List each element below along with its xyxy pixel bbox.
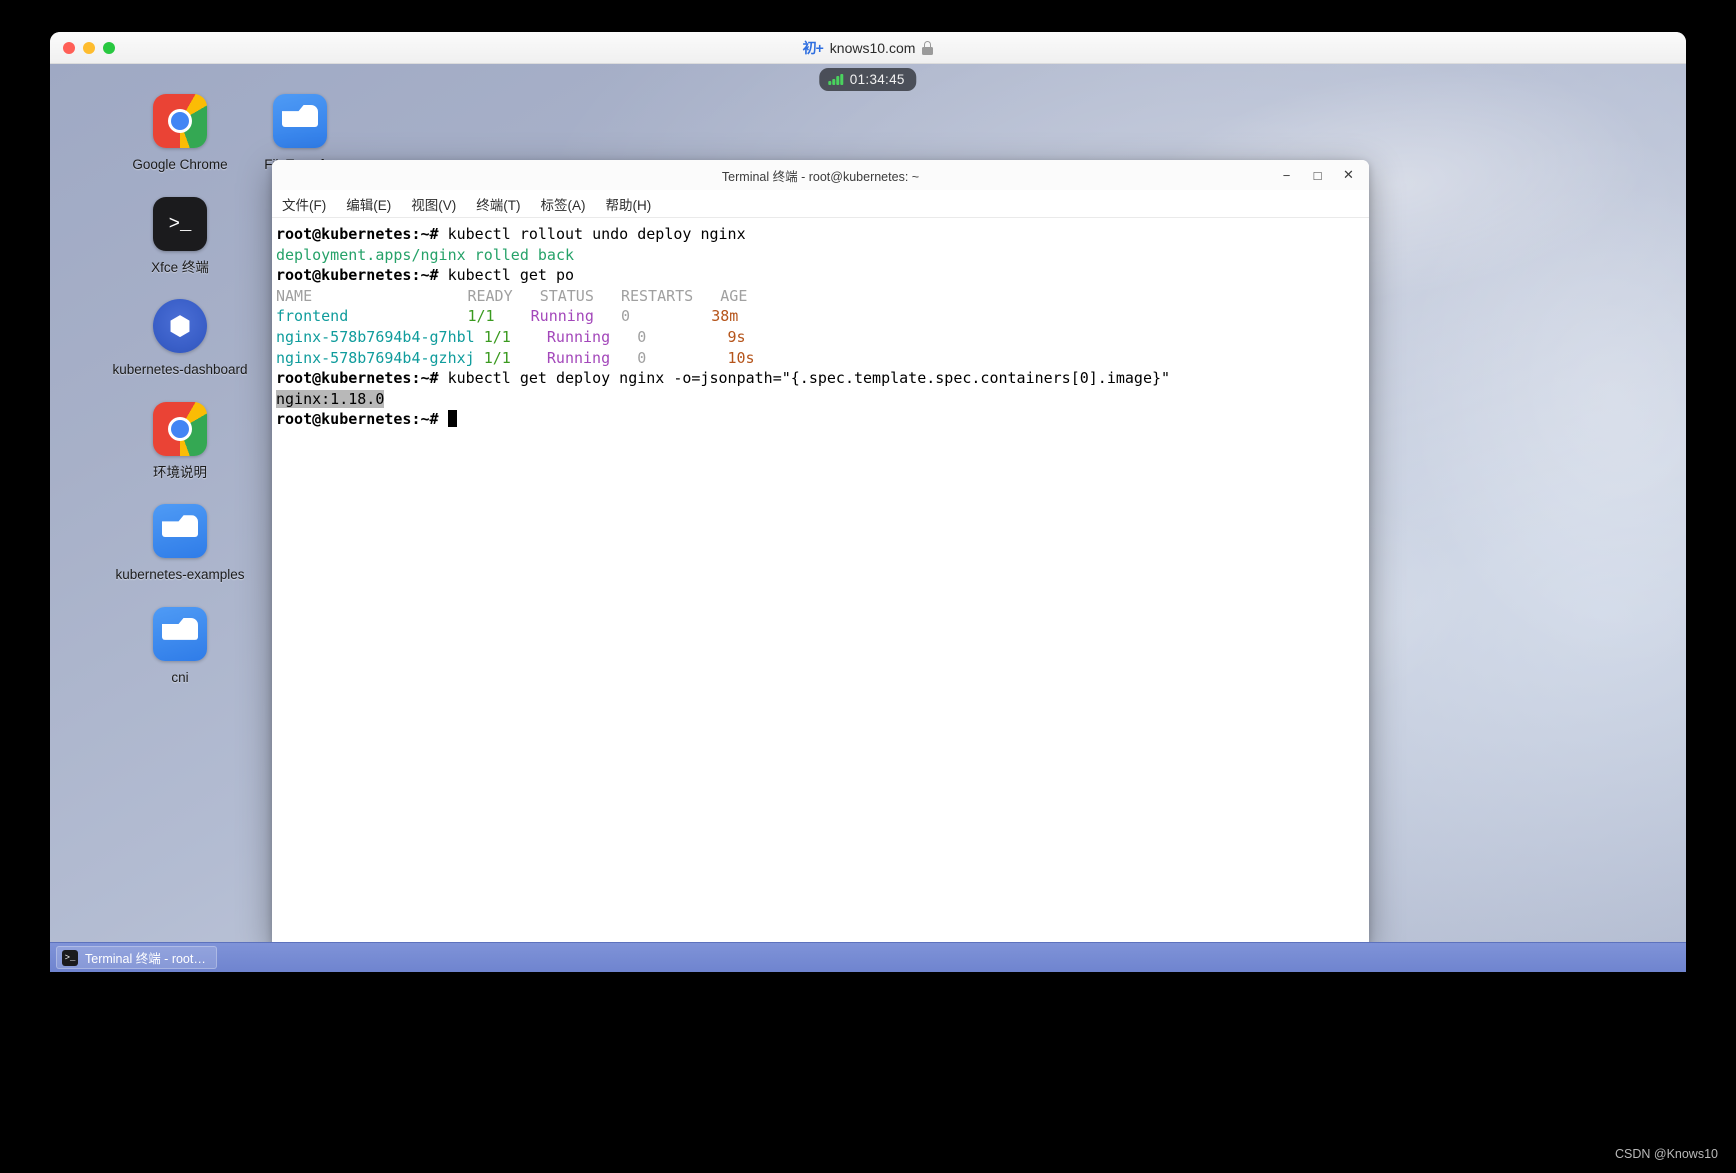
pod-status: Running: [530, 307, 594, 326]
terminal-line-output-selected: nginx:1.18.0: [276, 389, 1369, 410]
desktop-icon-cni[interactable]: cni: [110, 606, 250, 688]
terminal-icon: >_: [153, 196, 207, 251]
browser-titlebar: 初+ knows10.com: [50, 32, 1686, 64]
clock-pill: 01:34:45: [819, 68, 917, 91]
chrome-icon: [153, 94, 207, 148]
browser-window: 初+ knows10.com 01:34:45 Google Chrome >_…: [50, 32, 1686, 972]
menu-view[interactable]: 视图(V): [408, 192, 459, 216]
desktop: 01:34:45 Google Chrome >_ Xfce 终端 kubern…: [50, 64, 1686, 972]
menu-terminal[interactable]: 终端(T): [473, 192, 523, 216]
desktop-icon-label: kubernetes-dashboard: [112, 362, 248, 378]
input-method-badge: 初+: [802, 39, 824, 56]
text-cursor: [447, 410, 457, 428]
pod-ready: 1/1: [483, 348, 511, 367]
lock-icon: [922, 40, 934, 55]
menu-tabs[interactable]: 标签(A): [538, 192, 589, 216]
pods-table-row: nginx-578b7694b4-g7hbl 1/1 Running 0 9s: [276, 327, 1369, 348]
pods-table-row: nginx-578b7694b4-gzhxj 1/1 Running 0 10s: [276, 348, 1369, 369]
command-text: kubectl rollout undo deploy nginx: [447, 225, 746, 243]
pod-ready: 1/1: [483, 327, 511, 346]
taskbar: >_ Terminal 终端 - root…: [50, 942, 1686, 972]
folder-icon: [153, 606, 207, 661]
desktop-icon-label: kubernetes-examples: [115, 567, 245, 583]
minimize-window-button[interactable]: [83, 41, 95, 54]
kubernetes-icon: [153, 299, 207, 354]
terminal-titlebar[interactable]: Terminal 终端 - root@kubernetes: ~ − □ ✕: [272, 160, 1369, 190]
traffic-lights: [63, 41, 115, 54]
col-header-ready: READY: [467, 286, 513, 305]
window-controls: − □ ✕: [1272, 160, 1363, 190]
menu-file[interactable]: 文件(F): [279, 192, 329, 216]
menu-help[interactable]: 帮助(H): [603, 192, 655, 216]
command-text: kubectl get deploy nginx -o=jsonpath="{.…: [447, 369, 1171, 388]
col-header-status: STATUS: [539, 286, 594, 305]
desktop-icon-label: Google Chrome: [132, 157, 228, 172]
pod-name: nginx-578b7694b4-gzhxj: [276, 348, 475, 367]
pods-table-row: frontend 1/1 Running 0 38m: [276, 306, 1369, 327]
chrome-icon: [153, 401, 207, 456]
pods-table-header: NAME READY STATUS RESTARTS AGE: [276, 286, 1369, 307]
site-url: knows10.com: [829, 39, 916, 56]
col-header-name: NAME: [276, 286, 313, 305]
shell-prompt: root@kubernetes:~#: [276, 410, 448, 429]
minimize-icon[interactable]: −: [1272, 162, 1301, 188]
terminal-window: Terminal 终端 - root@kubernetes: ~ − □ ✕ 文…: [272, 160, 1369, 945]
desktop-icon-kubernetes-dashboard[interactable]: kubernetes-dashboard: [110, 299, 250, 380]
taskbar-item-label: Terminal 终端 - root…: [85, 952, 206, 966]
pod-restarts: 0: [637, 348, 647, 367]
shell-prompt: root@kubernetes:~#: [276, 369, 448, 388]
terminal-line-command: root@kubernetes:~# kubectl get deploy ng…: [276, 368, 1369, 389]
col-header-age: AGE: [720, 286, 748, 305]
pod-age: 9s: [727, 327, 746, 346]
desktop-icon-label: Xfce 终端: [151, 259, 209, 275]
maximize-icon[interactable]: □: [1303, 162, 1332, 188]
col-header-restarts: RESTARTS: [620, 286, 694, 305]
pod-name: nginx-578b7694b4-g7hbl: [276, 327, 475, 346]
folder-icon: [273, 94, 327, 148]
desktop-icon-column: Google Chrome >_ Xfce 终端 kubernetes-dash…: [110, 94, 250, 705]
output-text: deployment.apps/nginx rolled back: [276, 245, 575, 264]
shell-prompt: root@kubernetes:~#: [276, 225, 448, 243]
desktop-icon-environment-info[interactable]: 环境说明: [110, 401, 250, 483]
terminal-line-output: deployment.apps/nginx rolled back: [276, 245, 1369, 266]
menu-edit[interactable]: 编辑(E): [343, 192, 394, 216]
terminal-menubar: 文件(F) 编辑(E) 视图(V) 终端(T) 标签(A) 帮助(H): [272, 190, 1369, 218]
pod-ready: 1/1: [467, 307, 495, 326]
pod-restarts: 0: [637, 327, 647, 346]
close-icon[interactable]: ✕: [1334, 162, 1363, 188]
session-timer: 01:34:45: [849, 72, 905, 87]
pod-name: frontend: [276, 307, 349, 326]
desktop-icon-kubernetes-examples[interactable]: kubernetes-examples: [110, 504, 250, 585]
terminal-output-area[interactable]: root@kubernetes:~# kubectl rollout undo …: [272, 218, 1369, 945]
terminal-title: Terminal 终端 - root@kubernetes: ~: [721, 169, 920, 184]
folder-icon: [153, 504, 207, 559]
zoom-window-button[interactable]: [103, 41, 115, 54]
watermark: CSDN @Knows10: [1614, 1147, 1718, 1161]
desktop-icon-label: cni: [171, 669, 189, 685]
desktop-icon-label: 环境说明: [153, 464, 207, 480]
terminal-line-command: root@kubernetes:~# kubectl get po: [276, 265, 1369, 286]
pod-status: Running: [546, 327, 611, 346]
pod-age: 10s: [727, 348, 755, 367]
taskbar-item-terminal[interactable]: >_ Terminal 终端 - root…: [56, 946, 217, 969]
terminal-icon: >_: [62, 949, 78, 966]
terminal-line-command: root@kubernetes:~# kubectl rollout undo …: [276, 224, 1369, 245]
pod-restarts: 0: [620, 307, 630, 326]
terminal-line-active-prompt: root@kubernetes:~#: [276, 409, 1369, 430]
browser-title: 初+ knows10.com: [50, 40, 1686, 56]
command-text: kubectl get po: [447, 266, 575, 285]
shell-prompt: root@kubernetes:~#: [276, 266, 448, 285]
pod-status: Running: [546, 348, 611, 367]
close-window-button[interactable]: [63, 41, 75, 54]
desktop-icon-google-chrome[interactable]: Google Chrome: [110, 94, 250, 175]
signal-bars-icon: [828, 74, 843, 85]
selected-output-text: nginx:1.18.0: [276, 389, 385, 408]
desktop-icon-xfce-terminal[interactable]: >_ Xfce 终端: [110, 196, 250, 278]
pod-age: 38m: [711, 307, 739, 326]
